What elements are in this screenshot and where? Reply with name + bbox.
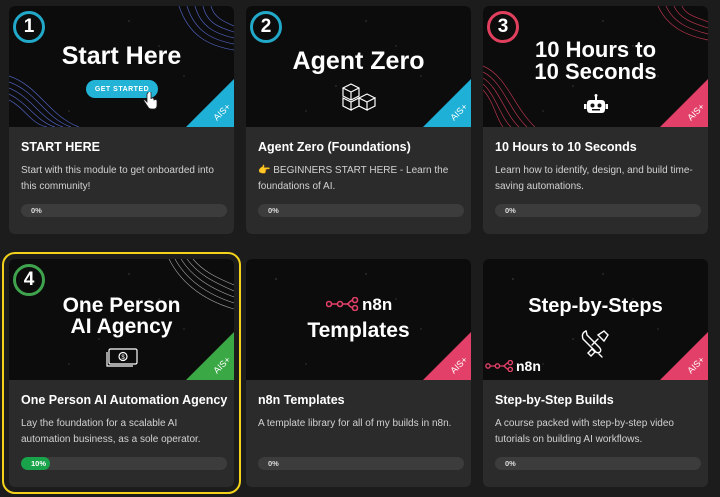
module-number-badge: 4 xyxy=(13,264,45,296)
ais-plus-ribbon: AIS+ xyxy=(423,79,471,127)
module-number-badge: 1 xyxy=(13,11,45,43)
hero-title: Agent Zero xyxy=(292,47,425,75)
card-description: Start with this module to get onboarded … xyxy=(21,165,214,192)
hero-title: Start Here xyxy=(61,42,182,70)
ais-plus-ribbon: AIS+ xyxy=(186,332,234,380)
progress-label: 0% xyxy=(268,459,279,468)
card-description: A course packed with step-by-step video … xyxy=(495,418,674,445)
course-card-10-hours[interactable]: 3 10 Hours to 10 Seconds AIS+ 10 Hours t… xyxy=(483,6,708,234)
progress-bar: 0% xyxy=(495,204,701,217)
cubes-icon xyxy=(342,83,376,111)
module-number-badge: 2 xyxy=(250,11,282,43)
course-card-one-person-agency[interactable]: 4 One Person AI Agency $ AIS+ One Person… xyxy=(2,252,241,494)
n8n-logo-icon xyxy=(485,360,514,372)
hand-cursor-icon xyxy=(143,92,158,110)
card-hero: 4 One Person AI Agency $ AIS+ xyxy=(9,259,234,380)
hero-title: 10 Hours to 10 Seconds xyxy=(534,37,657,85)
card-title: n8n Templates xyxy=(258,393,345,407)
progress-label: 0% xyxy=(505,206,516,215)
card-description: Learn how to identify, design, and build… xyxy=(495,165,693,192)
card-title: START HERE xyxy=(21,140,100,154)
card-title: 10 Hours to 10 Seconds xyxy=(495,140,637,154)
progress-label: 0% xyxy=(268,206,279,215)
progress-bar: 0% xyxy=(258,457,464,470)
module-number-badge: 3 xyxy=(487,11,519,43)
card-hero: 1 Start Here GET STARTED AIS+ xyxy=(9,6,234,127)
card-description: Lay the foundation for a scalable AI aut… xyxy=(21,418,201,445)
card-description: 👉 BEGINNERS START HERE - Learn the found… xyxy=(258,165,449,192)
n8n-brand: n8n xyxy=(516,358,541,374)
progress-label: 0% xyxy=(505,459,516,468)
wrench-icon xyxy=(581,330,609,358)
hero-title: Step-by-Steps xyxy=(528,295,663,317)
n8n-brand: n8n xyxy=(362,295,393,314)
card-hero: 2 Agent Zero AIS+ xyxy=(246,6,471,127)
course-card-start-here[interactable]: 1 Start Here GET STARTED AIS+ START HERE… xyxy=(9,6,234,234)
card-hero: n8n Templates AIS+ xyxy=(246,259,471,380)
n8n-logo-icon xyxy=(326,297,359,311)
card-description: A template library for all of my builds … xyxy=(258,418,452,429)
course-card-agent-zero[interactable]: 2 Agent Zero AIS+ Agent Zero (Foundation… xyxy=(246,6,471,234)
card-hero: Step-by-Steps n8n AIS+ xyxy=(483,259,708,380)
ais-plus-ribbon: AIS+ xyxy=(186,79,234,127)
course-card-step-by-step[interactable]: Step-by-Steps n8n AIS+ Step-by-Step Buil… xyxy=(483,259,708,487)
card-title: Agent Zero (Foundations) xyxy=(258,140,411,154)
card-title: One Person AI Automation Agency xyxy=(21,393,228,407)
ais-plus-ribbon: AIS+ xyxy=(423,332,471,380)
progress-label: 10% xyxy=(31,459,47,468)
progress-bar: 0% xyxy=(21,204,227,217)
money-icon: $ xyxy=(106,348,138,367)
progress-bar: 0% xyxy=(258,204,464,217)
card-hero: 3 10 Hours to 10 Seconds AIS+ xyxy=(483,6,708,127)
card-title: Step-by-Step Builds xyxy=(495,393,614,407)
robot-icon xyxy=(584,94,608,113)
ais-plus-ribbon: AIS+ xyxy=(660,79,708,127)
progress-bar: 0% xyxy=(495,457,701,470)
ais-plus-ribbon: AIS+ xyxy=(660,332,708,380)
course-card-n8n-templates[interactable]: n8n Templates AIS+ n8n Templates A templ… xyxy=(246,259,471,487)
progress-bar: 10% xyxy=(21,457,227,470)
progress-label: 0% xyxy=(31,206,42,215)
